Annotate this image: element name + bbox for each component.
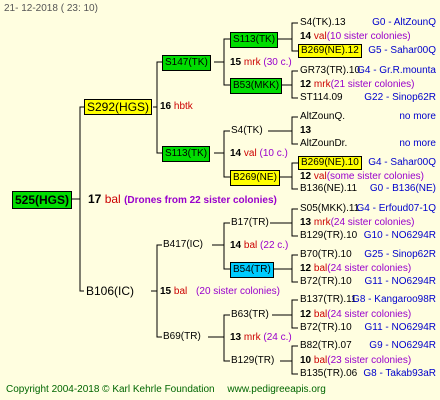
g5h-bot-queen: B135(TR).06	[300, 368, 358, 379]
g5h-info: 10 bal(23 sister colonies)	[300, 355, 412, 366]
g4c-queen: S4(TK)	[231, 125, 263, 136]
g5h-bot-origin: G8 - Takab93aR	[363, 368, 436, 379]
g5f-info: 12 bal(24 sister colonies)	[300, 263, 412, 274]
father-queen: B106(IC)	[86, 284, 135, 298]
g5a-top-queen: S4(TK).13	[300, 17, 346, 28]
g5d-top-queen: B269(NE).10	[298, 156, 362, 170]
g5d-top-origin: G4 - Sahar00Q	[368, 157, 436, 168]
g4b-queen: B53(MKK)	[230, 78, 283, 94]
father-number: 15	[160, 286, 172, 297]
father-info: 15 bal (20 sister colonies)	[160, 286, 280, 298]
g4h-queen: B129(TR)	[231, 355, 275, 366]
g5f-bot-queen: B72(TR).10	[300, 276, 352, 287]
g5a-bot-origin: G5 - Sahar00Q	[368, 45, 436, 56]
connector-g4c-g5c	[268, 116, 298, 145]
mother-abbrev: hbtk	[173, 101, 193, 112]
g5g-bot-origin: G11 - NO6294R	[364, 322, 436, 333]
connector-g4h-g5h	[280, 345, 298, 375]
pedigree-chart: { "header":{"date":"21- 12-2018 ( 23: 10…	[0, 0, 440, 400]
g5c-bot-queen: AltZounDr.	[300, 138, 348, 149]
g3d-info: 13 mrk (24 c.)	[230, 332, 292, 343]
g5d-info: 12 val(some sister colonies)	[300, 171, 424, 182]
mother-info: 16 hbtk	[160, 101, 193, 113]
g5e-top-origin: G4 - Erfoud07-1Q	[356, 203, 436, 214]
g5h-top-origin: G9 - NO6294R	[369, 340, 436, 351]
g5a-top-origin: G0 - AltZounQ	[372, 17, 436, 28]
g3a-queen: S147(TK)	[162, 55, 211, 71]
connector-g4a-g5a	[278, 22, 298, 52]
g5b-info: 12 mrk(21 sister colonies)	[300, 79, 415, 90]
root-abbrev: bal	[104, 192, 121, 206]
mother-number: 16	[160, 101, 172, 112]
g5c-info: 13	[300, 125, 312, 136]
connector-g4e-g5e	[270, 208, 298, 237]
g4e-queen: B17(TR)	[231, 217, 269, 228]
g3c-info: 14 bal (22 c.)	[230, 240, 289, 251]
g5e-bot-queen: B129(TR).10	[300, 230, 358, 241]
father-note: (20 sister colonies)	[196, 286, 280, 297]
g3a-info: 15 mrk (30 c.)	[230, 57, 292, 68]
g5e-bot-origin: G10 - NO6294R	[363, 230, 436, 241]
connector-g4d-g5d	[280, 162, 298, 190]
g5a-info: 14 val(10 sister colonies)	[300, 31, 411, 42]
g4f-queen: B54(TR)	[230, 262, 274, 278]
g5f-top-origin: G25 - Sinop62R	[364, 249, 436, 260]
g4g-queen: B63(TR)	[231, 309, 269, 320]
root-note: (Drones from 22 sister colonies)	[124, 195, 277, 206]
g5h-top-queen: B82(TR).07	[300, 340, 352, 351]
footer: Copyright 2004-2018 © Karl Kehrle Founda…	[6, 384, 326, 396]
g5c-bot-origin: no more	[399, 138, 436, 149]
connector-g4g-g5g	[272, 299, 298, 329]
g5d-bot-queen: B136(NE).11	[300, 183, 358, 194]
g5b-top-queen: GR73(TR).10	[300, 65, 361, 76]
connector-g4b-g5b	[282, 70, 298, 99]
g5f-top-queen: B70(TR).10	[300, 249, 352, 260]
root-queen: 525(HGS)	[12, 191, 73, 209]
connector-g3b-g4c	[214, 130, 230, 154]
g5g-top-queen: B137(TR).11	[300, 294, 357, 305]
copyright: Copyright 2004-2018 © Karl Kehrle Founda…	[6, 384, 215, 395]
print-date: 21- 12-2018 ( 23: 10)	[4, 3, 98, 14]
connector-g3a-g4a	[214, 38, 230, 63]
g5c-top-origin: no more	[399, 111, 436, 122]
g3c-queen: B417(IC)	[163, 239, 204, 250]
site-link: www.pedigreeapis.org	[227, 384, 326, 395]
g3d-queen: B69(TR)	[163, 331, 201, 342]
father-abbrev: bal	[173, 286, 188, 297]
root-info: 17 bal (Drones from 22 sister colonies)	[88, 193, 277, 207]
g5b-bot-origin: G22 - Sinop62R	[364, 92, 436, 103]
g4a-queen: S113(TK)	[230, 32, 279, 48]
g4d-queen: B269(NE)	[230, 170, 280, 186]
g5g-info: 12 bal(24 sister colonies)	[300, 309, 412, 320]
mother-queen: S292(HGS)	[84, 99, 153, 115]
g5e-top-queen: S05(MKK).11	[300, 203, 360, 214]
connector-g3c-g4e	[212, 222, 230, 246]
g5f-bot-origin: G11 - NO6294R	[364, 276, 436, 287]
root-number: 17	[88, 192, 102, 206]
g5d-bot-origin: G0 - B136(NE)	[369, 183, 436, 194]
g5c-top-queen: AltZounQ.	[300, 111, 346, 122]
g3b-queen: S113(TK)	[162, 146, 211, 162]
connector-g3d-g4g	[208, 314, 230, 338]
g5e-info: 13 mrk(24 sister colonies)	[300, 217, 415, 228]
g5b-top-origin: G4 - Gr.R.mounta	[357, 65, 436, 76]
connector-root-mother	[72, 106, 84, 200]
g3b-info: 14 val (10 c.)	[230, 148, 288, 159]
connector-father-g3c	[151, 244, 162, 292]
g5b-bot-queen: ST114.09	[300, 92, 343, 103]
connector-root-father	[79, 199, 84, 292]
g5g-bot-queen: B72(TR).10	[300, 322, 352, 333]
g5a-bot-queen: B269(NE).12	[298, 44, 362, 58]
g5g-top-origin: G8 - Kangaroo98R	[352, 294, 436, 305]
connector-g4f-g5f	[272, 254, 298, 283]
